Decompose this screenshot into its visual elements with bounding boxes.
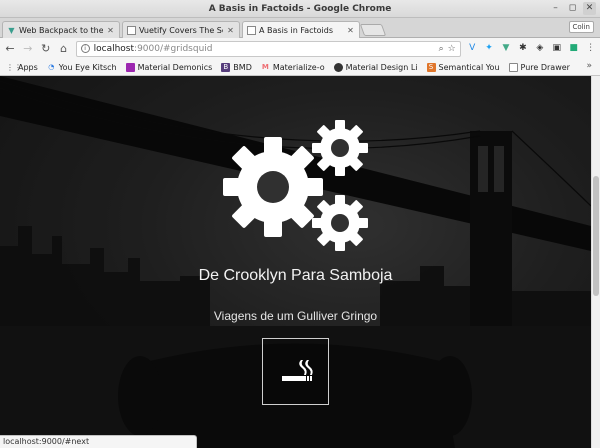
bookmarks-overflow-button[interactable]: » [586, 61, 592, 71]
menu-icon[interactable]: ⋮ [585, 43, 596, 54]
hero-subtitle: Viagens de um Gulliver Gringo [213, 309, 378, 323]
bookmark-label: Material Design Li [345, 62, 418, 72]
status-bubble: localhost:9000/#next [0, 435, 197, 448]
bookmark-apps[interactable]: ⋮⋮ Apps [6, 63, 38, 72]
scrollbar-thumb[interactable] [593, 176, 599, 296]
url-text[interactable]: localhost:9000/#gridsquid [94, 44, 435, 54]
bookmark-materialize[interactable]: M Materialize-o [261, 63, 325, 72]
bookmark-label: BMD [233, 62, 252, 72]
puzzle-icon[interactable]: ◈ [534, 43, 545, 54]
bookmark-label: Apps [18, 62, 38, 72]
tab-close-icon[interactable]: ✕ [226, 26, 235, 35]
bookmark-bmd[interactable]: B BMD [221, 62, 252, 72]
bookmark-label: You Eye Kitsch [58, 62, 117, 72]
bookmark-material-design-lite[interactable]: Material Design Li [333, 62, 418, 72]
page-icon [127, 25, 136, 35]
tab-close-icon[interactable]: ✕ [106, 26, 115, 35]
tab-close-icon[interactable]: ✕ [346, 26, 355, 35]
window-titlebar: A Basis in Factoids - Google Chrome – ◻ … [0, 0, 600, 18]
material-icon [125, 62, 135, 72]
tab-basis-factoids[interactable]: A Basis in Factoids ✕ [242, 21, 360, 39]
evernote-icon[interactable]: ■ [568, 43, 579, 54]
home-button[interactable]: ⌂ [58, 42, 70, 55]
url-rest: :9000/#gridsquid [134, 43, 213, 54]
minimize-button[interactable]: – [549, 2, 562, 15]
search-icon[interactable]: ⌕ [439, 44, 444, 54]
tab-web-backpack[interactable]: ▼ Web Backpack to the ✕ [2, 21, 120, 38]
info-icon[interactable]: i [80, 44, 90, 53]
loader-icon: ◔ [48, 62, 55, 71]
new-tab-button[interactable] [359, 24, 387, 36]
maximize-button[interactable]: ◻ [566, 2, 579, 15]
browser-toolbar: ← → ↻ ⌂ i localhost:9000/#gridsquid ⌕ ☆ … [0, 38, 600, 59]
apps-grid-icon: ⋮⋮ [6, 62, 22, 72]
reload-button[interactable]: ↻ [40, 42, 52, 55]
bookmark-material-demonics[interactable]: Material Demonics [125, 62, 213, 72]
forward-button[interactable]: → [22, 42, 34, 55]
star-icon[interactable]: ☆ [448, 44, 456, 54]
bookmark-label: Materialize-o [272, 62, 325, 72]
bookmark-label: Material Demonics [137, 62, 213, 72]
twitter-icon[interactable]: ✦ [484, 43, 495, 54]
page-content: De Crooklyn Para Samboja Viagens de um G… [0, 76, 591, 448]
vuetify-extension-icon[interactable]: V [467, 43, 478, 54]
bookmark-you-eye-kitsch[interactable]: ◔ You Eye Kitsch [47, 62, 117, 72]
materialize-icon: M [261, 62, 269, 71]
github-icon [333, 62, 343, 72]
semantic-icon: S [426, 62, 436, 72]
address-bar[interactable]: i localhost:9000/#gridsquid ⌕ ☆ [75, 40, 461, 57]
tab-label: Vuetify Covers The Se [139, 25, 223, 35]
bookmark-semantical-you[interactable]: S Semantical You [426, 62, 500, 72]
smoking-icon [282, 360, 313, 381]
page-scrollbar[interactable] [591, 76, 600, 448]
close-window-button[interactable]: ✕ [583, 2, 596, 15]
bootstrap-icon: B [221, 62, 231, 72]
page-icon [508, 62, 518, 72]
vue-devtools-icon[interactable]: ▼ [501, 43, 512, 54]
vuetify-icon: ▼ [8, 25, 15, 35]
tab-strip: ▼ Web Backpack to the ✕ Vuetify Covers T… [0, 18, 600, 39]
gears-icon [223, 120, 368, 251]
hero-title: De Crooklyn Para Samboja [198, 267, 393, 284]
page-icon [247, 26, 256, 35]
bookmark-label: Pure Drawer [520, 62, 570, 72]
url-host: localhost [93, 43, 135, 54]
tab-label: Web Backpack to the [19, 25, 103, 35]
bookmark-label: Semantical You [438, 62, 500, 72]
tab-vuetify-covers[interactable]: Vuetify Covers The Se ✕ [122, 21, 240, 38]
back-button[interactable]: ← [4, 42, 16, 55]
bookmarks-bar: ⋮⋮ Apps ◔ You Eye Kitsch Material Demoni… [0, 59, 600, 76]
tab-label: A Basis in Factoids [259, 26, 334, 35]
bookmark-pure-drawer[interactable]: Pure Drawer [508, 62, 570, 72]
window-title: A Basis in Factoids - Google Chrome [208, 3, 392, 14]
profile-button[interactable]: Colin [568, 21, 594, 33]
extension-icon[interactable]: ✱ [517, 43, 528, 54]
window-controls: – ◻ ✕ [549, 2, 596, 15]
cast-icon[interactable]: ▣ [551, 43, 562, 54]
next-button[interactable] [262, 338, 329, 405]
